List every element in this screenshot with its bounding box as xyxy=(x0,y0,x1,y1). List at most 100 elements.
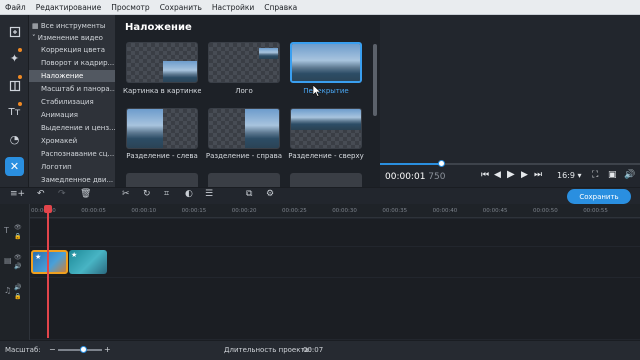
save-button[interactable]: Сохранить xyxy=(567,189,631,204)
undo-icon[interactable]: ↶ xyxy=(37,189,45,199)
fullscreen-icon[interactable]: ⛶ xyxy=(592,170,598,180)
overlay-icon[interactable]: ⧉ xyxy=(246,189,252,199)
category-item[interactable]: Распознавание сц... xyxy=(29,148,115,160)
category-item[interactable]: Выделение и ценз... xyxy=(29,122,115,134)
thumbnail-label: Лого xyxy=(235,87,253,95)
category-all-tools[interactable]: ▦ Все инструменты xyxy=(29,20,115,32)
delete-icon[interactable]: 🗑 xyxy=(80,189,91,199)
crop-icon[interactable]: ⌗ xyxy=(164,189,169,199)
video-clip-selected[interactable]: ★ xyxy=(31,250,68,274)
playhead-handle[interactable] xyxy=(44,205,52,213)
zoom-out-icon[interactable]: − xyxy=(49,345,56,354)
properties-icon[interactable]: ☰ xyxy=(205,189,213,199)
rotate-icon[interactable]: ↻ xyxy=(143,189,151,199)
category-item-overlay[interactable]: Наложение xyxy=(29,70,115,82)
menu-save[interactable]: Сохранить xyxy=(160,3,202,12)
thumbnail-label: Перекрытие xyxy=(303,87,349,95)
cut-icon[interactable]: ✂ xyxy=(122,189,130,199)
new-badge-icon xyxy=(18,75,22,79)
category-item[interactable]: Замедленное дви... xyxy=(29,174,115,186)
thumbnail-image xyxy=(259,48,278,59)
scale-label: Масштаб: xyxy=(5,346,41,354)
thumbnail-split-left[interactable] xyxy=(126,108,198,149)
category-list: ▦ Все инструменты ˅ Изменение видео Корр… xyxy=(29,15,115,187)
thumbnail-split-top[interactable] xyxy=(290,108,362,149)
status-bar: Масштаб: − + Длительность проекта: 00:07 xyxy=(0,340,640,360)
skip-forward-icon[interactable]: ⏭ xyxy=(534,170,542,180)
step-back-icon[interactable]: ◀ xyxy=(494,170,501,180)
thumbnail-partial[interactable] xyxy=(290,173,362,187)
category-item[interactable]: Стабилизация xyxy=(29,96,115,108)
mute-icon[interactable]: 🔊 xyxy=(14,284,21,291)
stickers-icon[interactable]: ◔ xyxy=(5,130,24,149)
thumbnail-label: Разделение - слева xyxy=(126,152,198,160)
thumbnail-partial[interactable] xyxy=(126,173,198,187)
timeline-toolbar xyxy=(0,187,640,204)
thumbnail-split-right[interactable] xyxy=(208,108,280,149)
ruler-tick-label: 00:00:40 xyxy=(432,208,458,214)
ruler-tick-label: 00:00:15 xyxy=(181,208,207,214)
new-badge-icon xyxy=(18,48,22,52)
mouse-cursor-icon xyxy=(313,85,321,97)
ruler-tick-label: 00:00:45 xyxy=(482,208,508,214)
panel-scrollbar[interactable] xyxy=(373,44,377,116)
aspect-ratio-select[interactable]: 16:9 ▾ xyxy=(557,171,582,180)
thumbnail-overlap[interactable] xyxy=(290,42,362,83)
category-item[interactable]: Коррекция цвета xyxy=(29,44,115,56)
eye-icon[interactable]: 👁 xyxy=(14,224,22,231)
menu-view[interactable]: Просмотр xyxy=(111,3,150,12)
preview-area xyxy=(380,15,640,163)
volume-icon[interactable]: 🔊 xyxy=(624,170,635,180)
lock-icon[interactable]: 🔒 xyxy=(14,293,21,300)
category-item[interactable]: Логотип xyxy=(29,161,115,173)
titles-icon[interactable]: Tт xyxy=(5,103,24,122)
zoom-in-icon[interactable]: + xyxy=(104,345,111,354)
thumbnail-image xyxy=(245,109,279,148)
filters-icon[interactable] xyxy=(5,76,24,95)
step-forward-icon[interactable]: ▶ xyxy=(521,170,528,180)
category-video-editing[interactable]: ˅ Изменение видео xyxy=(29,32,115,44)
video-clip[interactable]: ★ xyxy=(69,250,107,274)
video-track[interactable] xyxy=(30,247,640,277)
menu-edit[interactable]: Редактирование xyxy=(36,3,101,12)
add-track-icon[interactable]: ≡+ xyxy=(10,189,25,199)
category-item[interactable]: Хромакей xyxy=(29,135,115,147)
eye-icon[interactable]: 👁 xyxy=(14,254,22,261)
timecode: 00:00:01 750 xyxy=(385,172,446,182)
audio-track[interactable] xyxy=(30,278,640,339)
new-badge-icon xyxy=(18,102,22,106)
play-icon[interactable]: ▶ xyxy=(507,169,515,180)
thumbnail-picture-in-picture[interactable] xyxy=(126,42,198,83)
mute-icon[interactable]: 🔊 xyxy=(14,263,21,270)
ruler-tick-label: 00:00:30 xyxy=(332,208,357,214)
menu-file[interactable]: Файл xyxy=(5,3,26,12)
star-icon: ★ xyxy=(35,253,42,261)
thumbnail-logo[interactable] xyxy=(208,42,280,83)
star-icon: ★ xyxy=(71,251,78,259)
thumbnail-label: Разделение - справа xyxy=(205,152,283,160)
lock-icon[interactable]: 🔒 xyxy=(14,233,21,240)
text-track[interactable] xyxy=(30,219,640,246)
skip-back-icon[interactable]: ⏮ xyxy=(481,170,489,180)
magic-wand-icon[interactable]: ✦ xyxy=(5,49,24,68)
zoom-slider-knob[interactable] xyxy=(80,346,88,353)
import-icon[interactable] xyxy=(5,22,24,41)
category-item[interactable]: Анимация xyxy=(29,109,115,121)
ruler-tick-label: 00:00:20 xyxy=(231,208,257,214)
settings-icon[interactable]: ⚙ xyxy=(266,189,274,199)
menu-settings[interactable]: Настройки xyxy=(212,3,254,12)
thumbnail-partial[interactable] xyxy=(208,173,280,187)
duration-label: Длительность проекта: xyxy=(224,346,312,354)
playback-progress-fill xyxy=(380,163,443,165)
category-item[interactable]: Масштаб и панора... xyxy=(29,83,115,95)
playback-knob[interactable] xyxy=(438,160,446,167)
snapshot-icon[interactable]: ▣ xyxy=(608,170,617,180)
panel-title: Наложение xyxy=(125,22,192,33)
category-item[interactable]: Поворот и кадрир... xyxy=(29,57,115,69)
tools-icon[interactable]: ✕ xyxy=(5,157,24,176)
redo-icon[interactable]: ↷ xyxy=(58,189,66,199)
playhead[interactable] xyxy=(47,206,49,338)
color-icon[interactable]: ◐ xyxy=(185,189,193,199)
menu-help[interactable]: Справка xyxy=(264,3,297,12)
ruler-tick-label: 00:00:35 xyxy=(382,208,408,214)
